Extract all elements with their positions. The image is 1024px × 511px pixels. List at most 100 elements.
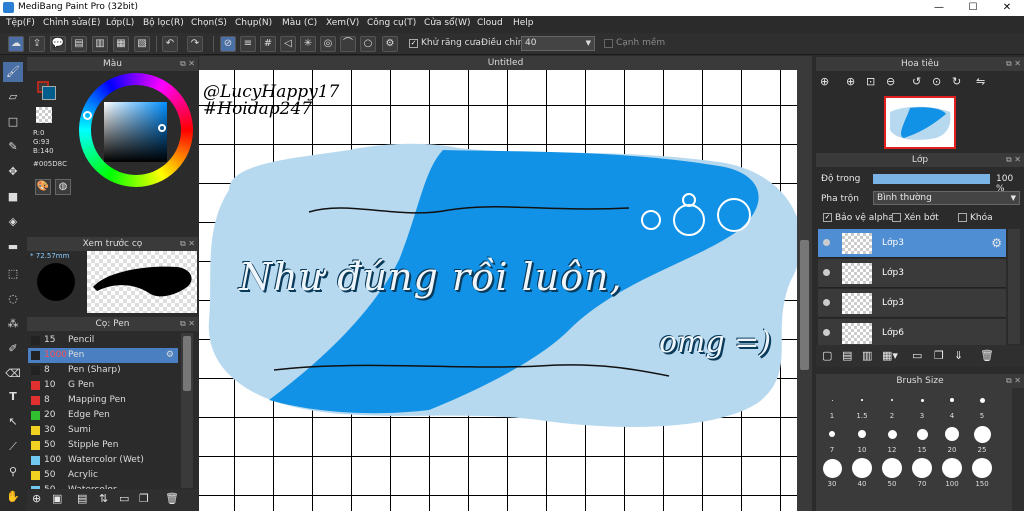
rectangle-tool-icon[interactable]: □: [3, 112, 23, 132]
bucket-tool-icon[interactable]: ◈: [3, 212, 23, 232]
lasso-tool-icon[interactable]: ◌: [3, 289, 23, 309]
menu-color[interactable]: Màu (C): [282, 18, 317, 28]
brush-list-item[interactable]: 20 Edge Pen: [28, 408, 178, 423]
hand-tool-icon[interactable]: ✋: [3, 487, 23, 507]
brush-list-item[interactable]: 50 Stipple Pen: [28, 438, 178, 453]
rotate-right-icon[interactable]: ↻: [952, 75, 961, 88]
minimize-button[interactable]: —: [922, 0, 956, 16]
brush-size-dot[interactable]: [891, 399, 893, 401]
drawing-canvas[interactable]: @LucyHappy17 #Hoidap247 Như đúng rồi luô…: [199, 70, 797, 511]
layer-item[interactable]: Lớp3 ⚙: [818, 229, 1006, 258]
brush-list-item[interactable]: 30 Sumi: [28, 423, 178, 438]
divide-tool-icon[interactable]: ⟋: [3, 437, 23, 457]
brush-size-dot[interactable]: [973, 425, 991, 443]
brush-size-dot[interactable]: [822, 458, 842, 478]
visibility-icon[interactable]: [823, 299, 830, 306]
add-brush-icon[interactable]: ⊕: [32, 492, 41, 505]
foreground-color-swatch[interactable]: [42, 86, 56, 100]
share-icon[interactable]: ⇪: [29, 36, 45, 52]
visibility-icon[interactable]: [823, 269, 830, 276]
brush-list-item[interactable]: 8 Pen (Sharp): [28, 363, 178, 378]
brush-size-dot[interactable]: [882, 458, 902, 478]
clipping-checkbox[interactable]: [892, 213, 901, 222]
navigator-thumbnail[interactable]: [884, 96, 956, 149]
transparent-color-swatch[interactable]: [36, 107, 52, 123]
text-tool-icon[interactable]: T: [3, 387, 23, 407]
parallel-snap-icon[interactable]: ≡: [240, 36, 256, 52]
magic-wand-tool-icon[interactable]: ⁂: [3, 314, 23, 334]
concentric-snap-icon[interactable]: ◎: [320, 36, 336, 52]
delete-layer-icon[interactable]: 🗑: [980, 349, 994, 362]
brush-size-dot[interactable]: [916, 428, 928, 440]
dot-tool-icon[interactable]: ✎: [3, 137, 23, 157]
comment-icon[interactable]: 💬: [50, 36, 66, 52]
layer-item[interactable]: Lớp6: [818, 319, 1006, 348]
select-tool-icon[interactable]: ⬚: [3, 264, 23, 284]
lock-checkbox[interactable]: [958, 213, 967, 222]
no-snap-icon[interactable]: ⊘: [220, 36, 236, 52]
folder-icon[interactable]: ▭: [119, 492, 129, 505]
eraser-tool-icon[interactable]: ▱: [3, 87, 23, 107]
merge-layer-icon[interactable]: ⇓: [954, 349, 963, 362]
new-layer-icon[interactable]: ▢: [822, 349, 832, 362]
cloud-icon[interactable]: ☁: [8, 36, 24, 52]
layer-folder-icon[interactable]: ▭: [912, 349, 922, 362]
canvas-tab-title[interactable]: Untitled: [199, 56, 812, 70]
page-icon[interactable]: ▥: [92, 36, 108, 52]
brush-size-dot[interactable]: [920, 398, 924, 402]
brush-size-dot[interactable]: [858, 430, 866, 438]
cross-snap-icon[interactable]: #: [260, 36, 276, 52]
move-tool-icon[interactable]: ✥: [3, 162, 23, 182]
color-settings-icon[interactable]: ◍: [55, 179, 71, 195]
menu-edit[interactable]: Chỉnh sửa(E): [43, 18, 100, 28]
menu-help[interactable]: Help: [513, 18, 534, 28]
menu-tools[interactable]: Công cụ(T): [367, 18, 416, 28]
brush-settings-icon[interactable]: ⚙: [166, 348, 174, 363]
layer-settings-icon[interactable]: ⚙: [991, 236, 1002, 250]
brush-sort-icon[interactable]: ⇅: [99, 492, 108, 505]
brush-size-dot[interactable]: [972, 458, 992, 478]
brush-tool-icon[interactable]: 🖌: [3, 62, 23, 82]
brush-size-dot[interactable]: [950, 398, 954, 402]
menu-filter[interactable]: Bộ lọc(R): [143, 18, 184, 28]
radial-snap-icon[interactable]: ✳: [300, 36, 316, 52]
flip-icon[interactable]: ⇋: [976, 75, 985, 88]
brush-list-scrollbar[interactable]: [181, 333, 193, 488]
soft-edge-checkbox[interactable]: [604, 39, 613, 48]
zoom-in-icon[interactable]: ⊕: [820, 75, 829, 88]
canvas-vertical-scrollbar[interactable]: [797, 70, 812, 511]
brush-size-dot[interactable]: [861, 399, 863, 401]
palette-icon[interactable]: 🎨: [35, 179, 51, 195]
menu-view[interactable]: Xem(V): [326, 18, 359, 28]
protect-alpha-checkbox[interactable]: ✓: [823, 213, 832, 222]
add-layer-menu-icon[interactable]: ▦▾: [882, 349, 898, 362]
layer-list-scrollbar[interactable]: [1008, 229, 1020, 344]
duplicate-icon[interactable]: ❐: [139, 492, 149, 505]
vanish-snap-icon[interactable]: ◁: [280, 36, 296, 52]
maximize-button[interactable]: ☐: [956, 0, 990, 16]
brush-size-dot[interactable]: [887, 429, 897, 439]
brush-size-dot[interactable]: [829, 431, 835, 437]
brush-list-item[interactable]: 100 Watercolor (Wet): [28, 453, 178, 468]
brush-list-item[interactable]: 15 Pencil: [28, 333, 178, 348]
reset-rotation-icon[interactable]: ⊙: [932, 75, 941, 88]
new-halftone-layer-icon[interactable]: ▤: [842, 349, 852, 362]
opacity-select[interactable]: 40 ▼: [521, 36, 595, 51]
export-icon[interactable]: ▧: [134, 36, 150, 52]
layer-opacity-slider[interactable]: [873, 174, 990, 184]
trash-icon[interactable]: 🗑: [165, 492, 179, 505]
brush-size-dot[interactable]: [942, 458, 962, 478]
brush-menu-icon[interactable]: ▣: [52, 492, 62, 505]
visibility-icon[interactable]: [823, 239, 830, 246]
menu-select[interactable]: Chọn(S): [191, 18, 227, 28]
brush-size-dot[interactable]: [912, 458, 932, 478]
brush-list-item[interactable]: 8 Mapping Pen: [28, 393, 178, 408]
brush-list-item[interactable]: 1000 Pen ⚙: [28, 348, 178, 363]
select-eraser-tool-icon[interactable]: ⌫: [3, 364, 23, 384]
eyedropper-tool-icon[interactable]: ⚲: [3, 462, 23, 482]
hue-marker[interactable]: [83, 111, 92, 120]
redo-icon[interactable]: ↷: [187, 36, 203, 52]
new-8bit-layer-icon[interactable]: ▥: [862, 349, 872, 362]
rotate-left-icon[interactable]: ↺: [912, 75, 921, 88]
settings-gear-icon[interactable]: ⚙: [382, 36, 398, 52]
